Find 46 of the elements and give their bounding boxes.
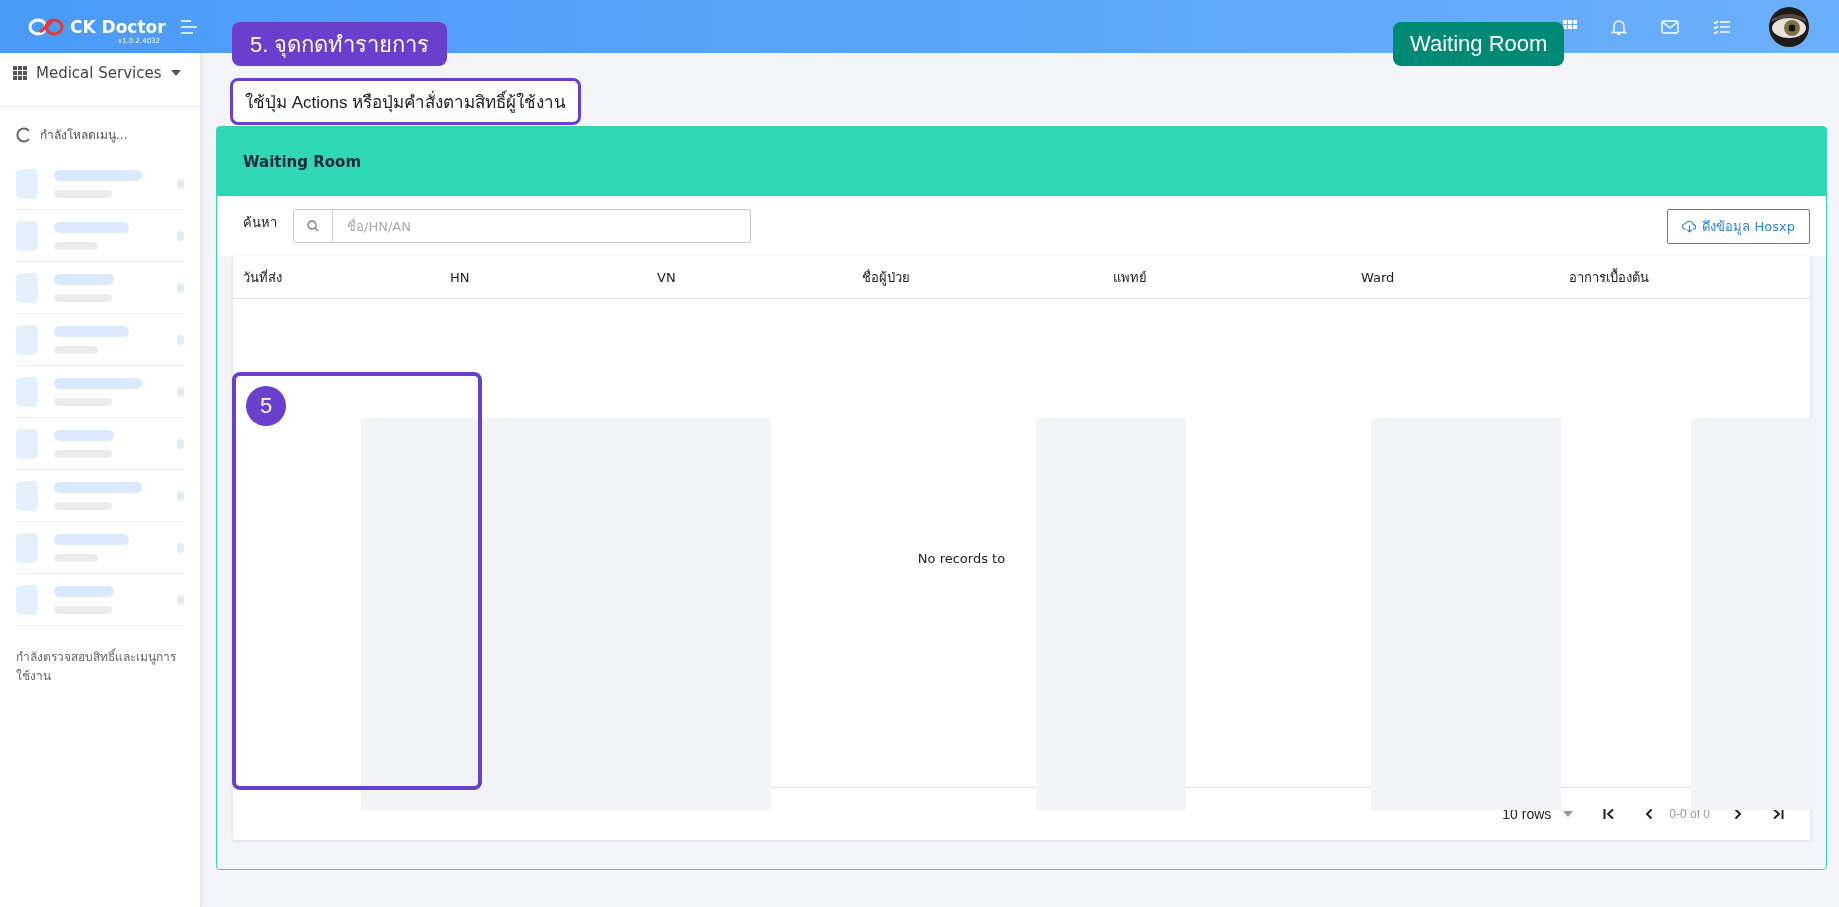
skeleton-icon: [16, 272, 38, 303]
caret-icon: [170, 69, 181, 76]
panel-title: Waiting Room: [243, 152, 361, 171]
previous-page-icon[interactable]: [1645, 808, 1654, 820]
spinner-icon: [16, 126, 32, 143]
skeleton-line: [54, 273, 114, 285]
search-icon: [293, 209, 333, 243]
tour-step-label: 5. จุดกดทำรายการ: [232, 22, 448, 66]
skeleton-icon: [16, 376, 38, 407]
column-header[interactable]: วันที่ส่ง: [233, 266, 440, 288]
menu-icon[interactable]: [179, 19, 198, 34]
search-label: ค้นหา: [243, 213, 277, 232]
skeleton-icon: [16, 480, 38, 511]
notification-icon[interactable]: [1611, 17, 1627, 36]
tour-hint: ใช้ปุ่ม Actions หรือปุ่มคำสั่งตามสิทธิ์ผู้ใช้งาน: [230, 78, 582, 125]
column-header[interactable]: อาการเบื้องต้น: [1559, 266, 1809, 288]
caret-icon[interactable]: [1563, 811, 1574, 817]
grid-icon: [13, 65, 27, 80]
skeleton-icon: [16, 324, 38, 355]
search-field[interactable]: ชื่อ/HN/AN: [333, 209, 751, 243]
skeleton-line: [54, 585, 114, 597]
module-menu[interactable]: Medical Services: [0, 53, 200, 107]
checklist-icon[interactable]: [1713, 19, 1731, 34]
logo-icon: [28, 16, 64, 37]
loading-text: กำลังโหลดเมนู...: [40, 127, 128, 144]
status-text: กำลังตรวจสอบสิทธิ์และเมนูการใช้งาน: [15, 647, 177, 686]
fetch-button[interactable]: ดึงข้อมูล Hosxp: [1667, 208, 1810, 244]
skeleton-line: [54, 429, 114, 441]
mail-icon[interactable]: [1661, 19, 1679, 34]
page-badge: Waiting Room: [1393, 22, 1565, 66]
skeleton-icon: [16, 168, 38, 199]
last-page-icon[interactable]: [1772, 808, 1784, 820]
column-header[interactable]: Ward: [1351, 269, 1559, 285]
cloud-download-icon: [1682, 219, 1698, 233]
column-header[interactable]: ชื่อผู้ป่วย: [852, 266, 1103, 288]
skeleton-icon: [16, 220, 38, 251]
skeleton-icon: [16, 428, 38, 459]
column-header[interactable]: แพทย์: [1103, 266, 1351, 288]
skeleton-icon: [16, 532, 38, 563]
column-header[interactable]: HN: [440, 269, 647, 285]
next-page-icon[interactable]: [1734, 808, 1742, 820]
app-name: CK Doctor: [70, 16, 166, 37]
column-header[interactable]: VN: [647, 269, 852, 285]
skeleton-icon: [16, 584, 38, 615]
first-page-icon[interactable]: [1603, 808, 1616, 820]
empty-message: No records to: [917, 550, 1006, 566]
